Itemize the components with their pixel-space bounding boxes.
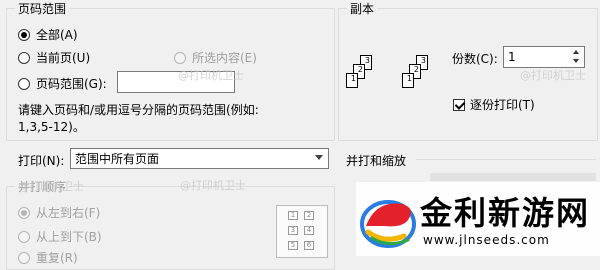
copies-count-input[interactable]: 1 [503, 46, 585, 68]
grid-cell: 6 [304, 241, 314, 250]
watermark-text: @打印机卫士 [18, 180, 84, 193]
collate-pages-icon: 3 2 1 3 2 1 [346, 55, 446, 105]
collate-label: 逐份打印(T) [470, 98, 535, 112]
radio-repeat[interactable]: 重复(R) [18, 249, 78, 266]
radio-repeat-label: 重复(R) [36, 251, 78, 265]
zoom-pages-per-sheet-row [346, 173, 596, 181]
copies-legend: 副本 [350, 2, 375, 16]
radio-all-indicator[interactable] [18, 28, 30, 41]
radio-top-to-bottom-indicator[interactable] [18, 230, 30, 243]
grid-cell: 1 [288, 211, 298, 220]
grid-cell: 4 [304, 226, 314, 235]
print-what-select[interactable]: 范围中所有页面 [70, 148, 329, 169]
grid-cell: 2 [304, 211, 314, 220]
logo-title: 金利新游网 [420, 194, 591, 232]
zoom-pages-per-sheet-select[interactable] [430, 173, 596, 181]
radio-left-to-right-label: 从左到右(F) [36, 206, 101, 220]
page-range-hint-line2: 1,3,5-12)。 [18, 120, 85, 134]
logo-url: www.jlnseeds.com [423, 233, 550, 247]
collate-checkbox[interactable] [453, 98, 465, 111]
radio-left-to-right-indicator[interactable] [18, 206, 30, 219]
site-logo: 金利新游网 www.jlnseeds.com [356, 182, 600, 256]
radio-all-label: 全部(A) [36, 28, 78, 42]
radio-selection[interactable]: 所选内容(E) [174, 49, 257, 66]
radio-current-page[interactable]: 当前页(U) [18, 49, 90, 66]
page-range-hint-line1: 请键入页码和/或用逗号分隔的页码范围(例如: [18, 103, 259, 117]
grid-cell: 3 [288, 226, 298, 235]
collate-checkbox-row[interactable]: 逐份打印(T) [453, 96, 535, 113]
radio-all[interactable]: 全部(A) [18, 26, 78, 43]
grid-cell: 5 [288, 241, 298, 250]
order-preview-icon: 1 2 3 4 5 6 [276, 205, 328, 258]
radio-repeat-indicator[interactable] [18, 251, 30, 264]
copies-count-label: 份数(C): [452, 52, 498, 66]
watermark-text: @打印机卫士 [520, 69, 586, 82]
print-what-label: 打印(N): [18, 154, 65, 168]
print-what-value: 范围中所有页面 [75, 152, 160, 166]
page-range-legend: 页码范围 [18, 2, 67, 16]
radio-selection-indicator[interactable] [174, 51, 186, 64]
spinner-down-icon[interactable] [573, 59, 579, 63]
zoom-legend: 并打和缩放 [346, 154, 407, 168]
radio-left-to-right[interactable]: 从左到右(F) [18, 204, 100, 221]
logo-mark-icon [360, 200, 416, 248]
radio-current-page-label: 当前页(U) [36, 51, 91, 65]
copies-count-value: 1 [508, 50, 516, 64]
radio-top-to-bottom[interactable]: 从上到下(B) [18, 228, 102, 245]
dropdown-arrow-icon[interactable] [315, 155, 323, 160]
radio-page-range-indicator[interactable] [18, 77, 30, 90]
spinner-up-icon[interactable] [573, 50, 579, 54]
watermark-text: @打印机卫士 [178, 69, 244, 82]
zoom-divider [416, 159, 596, 160]
radio-page-range[interactable]: 页码范围(G): [18, 75, 107, 92]
watermark-text: @打印机卫士 [180, 179, 246, 192]
radio-top-to-bottom-label: 从上到下(B) [36, 230, 102, 244]
radio-selection-label: 所选内容(E) [192, 51, 257, 65]
radio-current-page-indicator[interactable] [18, 51, 30, 64]
radio-page-range-label: 页码范围(G): [36, 77, 107, 91]
